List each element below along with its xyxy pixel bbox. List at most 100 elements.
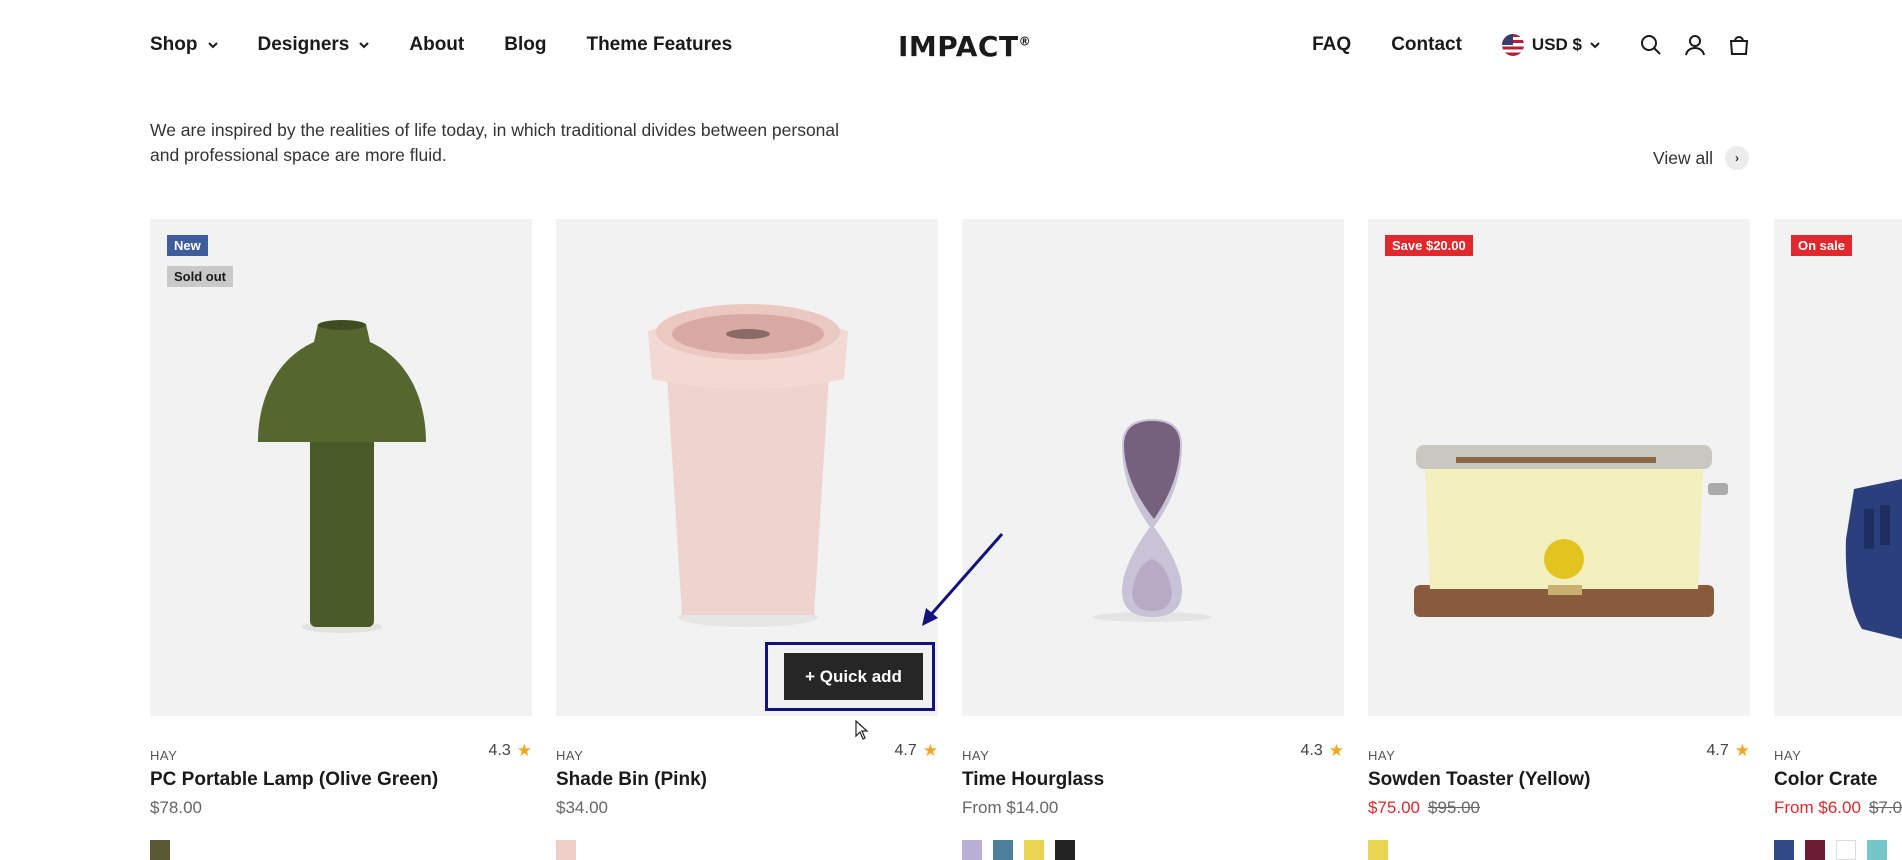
- product-image[interactable]: [962, 219, 1344, 716]
- chevron-down-icon: [1590, 42, 1600, 49]
- product-title[interactable]: Time Hourglass: [962, 769, 1344, 791]
- toaster-illustration: [1414, 445, 1728, 617]
- product-image[interactable]: On sale: [1774, 219, 1902, 716]
- logo-text: IMPACT: [898, 30, 1019, 63]
- chevron-down-icon: [207, 42, 218, 49]
- product-price: $34.00: [556, 798, 608, 817]
- color-swatches: [1368, 840, 1750, 860]
- currency-label: USD $: [1531, 35, 1582, 54]
- swatch[interactable]: [962, 840, 982, 860]
- badge-sold-out: Sold out: [167, 266, 233, 287]
- currency-selector[interactable]: USD $: [1501, 34, 1600, 56]
- site-header: Shop Designers About Blog Theme Features…: [0, 0, 1902, 94]
- swatch[interactable]: [1368, 840, 1388, 860]
- view-all-label: View all: [1653, 147, 1713, 168]
- product-card[interactable]: Save $20.00 HAY 4.7 ★ Sowden Toaster (Yel…: [1368, 219, 1750, 860]
- cart-icon[interactable]: [1728, 34, 1750, 56]
- rating-value: 4.3: [488, 742, 511, 759]
- quick-add-button[interactable]: + Quick add: [784, 653, 923, 700]
- search-icon[interactable]: [1640, 34, 1662, 56]
- product-price: From $6.00 $7.00: [1774, 798, 1902, 818]
- nav-shop-label: Shop: [150, 34, 198, 55]
- product-title[interactable]: PC Portable Lamp (Olive Green): [150, 769, 532, 791]
- account-icon[interactable]: [1684, 34, 1706, 56]
- annotation-arrow-icon: [922, 533, 1004, 626]
- hourglass-illustration: [1092, 419, 1212, 622]
- star-icon: ★: [922, 741, 938, 760]
- swatch[interactable]: [1055, 840, 1075, 860]
- swatch[interactable]: [1774, 840, 1794, 860]
- product-title[interactable]: Sowden Toaster (Yellow): [1368, 769, 1750, 791]
- badge-save: Save $20.00: [1385, 235, 1473, 256]
- primary-nav: Shop Designers About Blog Theme Features: [150, 34, 732, 56]
- view-all-link[interactable]: View all ›: [1653, 146, 1749, 170]
- us-flag-icon: [1501, 34, 1524, 56]
- badge-new: New: [167, 235, 208, 256]
- product-rating: 4.7 ★: [1707, 741, 1751, 761]
- nav-theme-features-label: Theme Features: [586, 34, 733, 55]
- nav-shop[interactable]: Shop: [150, 34, 218, 56]
- swatch[interactable]: [1836, 840, 1856, 860]
- product-price: From $14.00: [962, 798, 1059, 817]
- product-card[interactable]: HAY 4.7 ★ Shade Bin (Pink) $34.00: [556, 219, 938, 860]
- header-icons: [1640, 34, 1750, 56]
- swatch[interactable]: [993, 840, 1013, 860]
- product-image[interactable]: New Sold out: [150, 219, 532, 716]
- chevron-right-icon: ›: [1725, 146, 1749, 170]
- mouse-cursor-icon: [855, 720, 869, 740]
- product-image[interactable]: Save $20.00: [1368, 219, 1750, 716]
- product-brand: HAY: [962, 748, 990, 763]
- logo-mark: ®: [1018, 34, 1032, 49]
- nav-blog-label: Blog: [504, 34, 547, 55]
- product-rating: 4.7 ★: [895, 741, 939, 761]
- nav-designers-label: Designers: [257, 34, 350, 55]
- product-title[interactable]: Color Crate: [1774, 769, 1902, 791]
- swatch[interactable]: [1805, 840, 1825, 860]
- product-brand: HAY: [1368, 748, 1396, 763]
- compare-price: $95.00: [1428, 798, 1480, 817]
- chevron-down-icon: [359, 42, 370, 49]
- product-price: $75.00 $95.00: [1368, 798, 1750, 818]
- color-swatches: [150, 840, 532, 860]
- nav-faq-label: FAQ: [1312, 34, 1352, 55]
- swatch[interactable]: [1024, 840, 1044, 860]
- lamp-illustration: [258, 320, 426, 633]
- rating-value: 4.3: [1300, 742, 1323, 759]
- star-icon: ★: [1734, 741, 1750, 760]
- sale-price: $75.00: [1368, 798, 1420, 817]
- star-icon: ★: [1328, 741, 1344, 760]
- color-swatches: [556, 840, 938, 860]
- nav-contact-label: Contact: [1391, 34, 1462, 55]
- product-brand: HAY: [556, 748, 584, 763]
- product-card[interactable]: On sale HAY Color Crate From $6.00 $7.00: [1774, 219, 1902, 860]
- product-rating: 4.3 ★: [489, 741, 533, 761]
- nav-about[interactable]: About: [409, 34, 464, 56]
- product-brand: HAY: [1774, 748, 1802, 763]
- product-card[interactable]: HAY 4.3 ★ Time Hourglass From $14.00: [962, 219, 1344, 860]
- secondary-nav: FAQ Contact USD $: [1312, 34, 1750, 56]
- nav-faq[interactable]: FAQ: [1312, 34, 1351, 56]
- compare-price: $7.00: [1868, 798, 1902, 817]
- product-price: $78.00: [150, 798, 202, 817]
- nav-contact[interactable]: Contact: [1391, 34, 1462, 56]
- site-logo[interactable]: IMPACT®: [898, 30, 1031, 63]
- color-swatches: [1774, 840, 1902, 860]
- crate-illustration: [1845, 479, 1902, 639]
- badge-on-sale: On sale: [1791, 235, 1852, 256]
- nav-theme-features[interactable]: Theme Features: [586, 34, 732, 56]
- collection-intro: We are inspired by the realities of life…: [150, 120, 840, 165]
- swatch[interactable]: [1867, 840, 1887, 860]
- product-card[interactable]: New Sold out HAY 4.3 ★ PC Portable Lamp (…: [150, 219, 532, 860]
- product-rating: 4.3 ★: [1301, 741, 1345, 761]
- nav-designers[interactable]: Designers: [258, 34, 370, 56]
- rating-value: 4.7: [894, 742, 917, 759]
- color-swatches: [962, 840, 1344, 860]
- nav-about-label: About: [409, 34, 465, 55]
- rating-value: 4.7: [1706, 742, 1729, 759]
- sale-price: From $6.00: [1774, 798, 1861, 817]
- product-title[interactable]: Shade Bin (Pink): [556, 769, 938, 791]
- swatch[interactable]: [556, 840, 576, 860]
- nav-blog[interactable]: Blog: [504, 34, 546, 56]
- product-brand: HAY: [150, 748, 178, 763]
- swatch[interactable]: [150, 840, 170, 860]
